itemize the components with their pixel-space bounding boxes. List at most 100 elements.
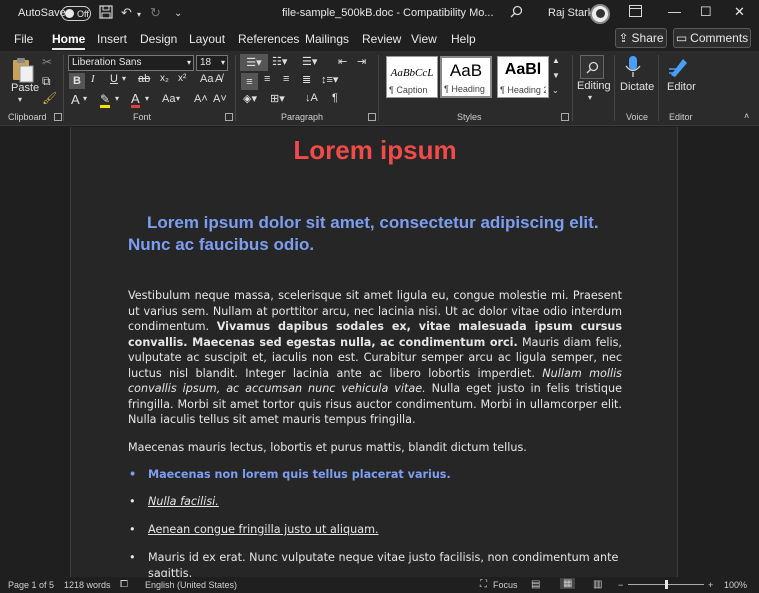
underline-button[interactable]: U <box>110 73 118 85</box>
language-indicator[interactable]: English (United States) <box>145 580 237 590</box>
chevron-down-icon: ▾ <box>186 58 191 67</box>
search-icon[interactable] <box>510 5 523 21</box>
font-size-change-icon[interactable]: Aa <box>162 93 175 105</box>
style-heading-1[interactable]: AaB ¶ Heading 1 <box>440 56 492 98</box>
zoom-level[interactable]: 100% <box>724 580 747 590</box>
font-launcher-icon[interactable] <box>225 113 233 121</box>
clear-formatting-icon[interactable]: A̸ <box>215 73 222 85</box>
numbering-icon[interactable]: ☷▾ <box>272 55 287 68</box>
borders-icon[interactable]: ⊞▾ <box>270 92 285 105</box>
minimize-icon[interactable]: — <box>668 4 681 19</box>
shading-icon[interactable]: ◈▾ <box>243 92 257 105</box>
page-count[interactable]: Page 1 of 5 <box>8 580 54 590</box>
shrink-font-icon[interactable]: A˅ <box>213 93 227 105</box>
read-mode-icon[interactable]: ▤ <box>531 579 540 590</box>
strikethrough-button[interactable]: ab <box>138 73 150 85</box>
font-name-box[interactable]: Liberation Sans ▾ <box>68 55 194 71</box>
font-color-icon[interactable]: A <box>131 91 140 108</box>
superscript-button[interactable]: x² <box>178 73 186 84</box>
dictate-button[interactable]: Dictate <box>620 81 654 93</box>
print-layout-icon[interactable]: ▦ <box>560 578 576 589</box>
customize-toolbar-icon[interactable]: ⌄ <box>174 8 182 19</box>
web-layout-icon[interactable]: ▥ <box>593 579 602 590</box>
text-effects-icon[interactable]: A <box>71 92 80 107</box>
tab-design[interactable]: Design <box>140 32 177 46</box>
focus-icon[interactable]: ⛶ <box>480 579 487 590</box>
clipboard-launcher-icon[interactable] <box>54 113 62 121</box>
share-button[interactable]: ⇪ Share <box>615 28 667 48</box>
highlight-icon[interactable]: ✎ <box>100 92 111 108</box>
styles-scroll-up-icon[interactable]: ▲ <box>552 56 560 65</box>
editor-button[interactable]: Editor <box>667 81 696 93</box>
style-heading-2[interactable]: AaBl ¶ Heading 2 <box>497 56 549 98</box>
zoom-out-icon[interactable]: − <box>618 580 623 590</box>
save-icon[interactable] <box>99 5 113 22</box>
sort-icon[interactable]: ↓A <box>305 92 318 104</box>
ribbon-display-icon[interactable] <box>629 5 642 20</box>
editing-search-icon[interactable] <box>580 55 604 79</box>
tab-mailings[interactable]: Mailings <box>305 32 349 46</box>
align-center-icon[interactable]: ≡ <box>264 73 270 85</box>
tab-help[interactable]: Help <box>451 32 476 46</box>
line-spacing-icon[interactable]: ↕≡▾ <box>321 73 338 86</box>
tab-layout[interactable]: Layout <box>189 32 225 46</box>
decrease-indent-icon[interactable]: ⇤ <box>338 55 347 68</box>
text-effects-dropdown-icon[interactable]: ▾ <box>83 94 87 103</box>
undo-icon[interactable]: ↶ <box>121 5 132 21</box>
maximize-icon[interactable]: ☐ <box>700 4 712 20</box>
word-count[interactable]: 1218 words <box>64 580 111 590</box>
styles-scroll-down-icon[interactable]: ▼ <box>552 71 560 80</box>
font-color-dropdown-icon[interactable]: ▾ <box>145 94 149 103</box>
redo-icon[interactable]: ↻ <box>150 5 161 21</box>
italic-button[interactable]: I <box>91 73 95 85</box>
copy-icon[interactable]: ⧉ <box>42 74 51 89</box>
editing-dropdown-icon[interactable]: ▾ <box>588 93 592 102</box>
editing-button[interactable]: Editing <box>577 80 611 92</box>
subscript-button[interactable]: x₂ <box>160 73 169 84</box>
document-page[interactable]: Lorem ipsum Lorem ipsum dolor sit amet, … <box>70 127 678 580</box>
format-painter-icon[interactable]: 🖌 <box>42 91 57 105</box>
underline-dropdown-icon[interactable]: ▾ <box>122 74 126 83</box>
paragraph-launcher-icon[interactable] <box>368 113 376 121</box>
styles-more-icon[interactable]: ⌄ <box>552 86 559 95</box>
close-icon[interactable]: ✕ <box>734 4 745 20</box>
tab-references[interactable]: References <box>238 32 299 46</box>
zoom-in-icon[interactable]: + <box>708 580 713 590</box>
paste-label[interactable]: Paste <box>11 82 39 94</box>
tab-home[interactable]: Home <box>52 32 86 50</box>
bold-button[interactable]: B <box>69 73 85 89</box>
style-caption[interactable]: AaBbCcL ¶ Caption <box>386 56 438 98</box>
style-name: ¶ Heading 2 <box>500 85 546 95</box>
grow-font-icon[interactable]: A˄ <box>194 93 208 105</box>
cut-icon[interactable]: ✂ <box>42 55 52 69</box>
highlight-dropdown-icon[interactable]: ▾ <box>115 94 119 103</box>
font-size-change-dropdown-icon[interactable]: ▾ <box>176 94 180 103</box>
align-left-button[interactable]: ≡ <box>241 73 258 90</box>
comments-button[interactable]: ▭ Comments <box>673 28 751 48</box>
user-avatar[interactable] <box>590 4 610 24</box>
justify-icon[interactable]: ≣ <box>302 73 311 86</box>
paste-dropdown-icon[interactable]: ▾ <box>18 95 22 104</box>
increase-indent-icon[interactable]: ⇥ <box>357 55 366 68</box>
undo-dropdown-icon[interactable]: ▾ <box>137 10 141 19</box>
tab-insert[interactable]: Insert <box>97 32 127 46</box>
font-size-box[interactable]: 18 ▾ <box>196 55 228 71</box>
show-formatting-icon[interactable]: ¶ <box>332 92 338 104</box>
tab-view[interactable]: View <box>411 32 437 46</box>
autosave-state: Off <box>77 8 89 19</box>
bullets-button[interactable]: ☰▾ <box>240 54 268 71</box>
styles-launcher-icon[interactable] <box>561 113 569 121</box>
paste-icon[interactable] <box>10 57 36 83</box>
microphone-icon[interactable] <box>624 55 642 79</box>
editor-pen-icon[interactable] <box>667 55 691 79</box>
tab-file[interactable]: File <box>14 32 33 46</box>
multilevel-list-icon[interactable]: ☰▾ <box>302 55 317 68</box>
proofing-icon[interactable]: ⧠ <box>120 579 128 590</box>
focus-button[interactable]: Focus <box>493 580 518 590</box>
tab-review[interactable]: Review <box>362 32 401 46</box>
collapse-ribbon-icon[interactable]: ˄ <box>744 111 749 121</box>
autosave-toggle[interactable]: Off <box>61 6 91 21</box>
align-right-icon[interactable]: ≡ <box>283 73 289 85</box>
change-case-icon[interactable]: Aa <box>200 73 213 85</box>
zoom-slider-handle[interactable] <box>665 580 668 589</box>
